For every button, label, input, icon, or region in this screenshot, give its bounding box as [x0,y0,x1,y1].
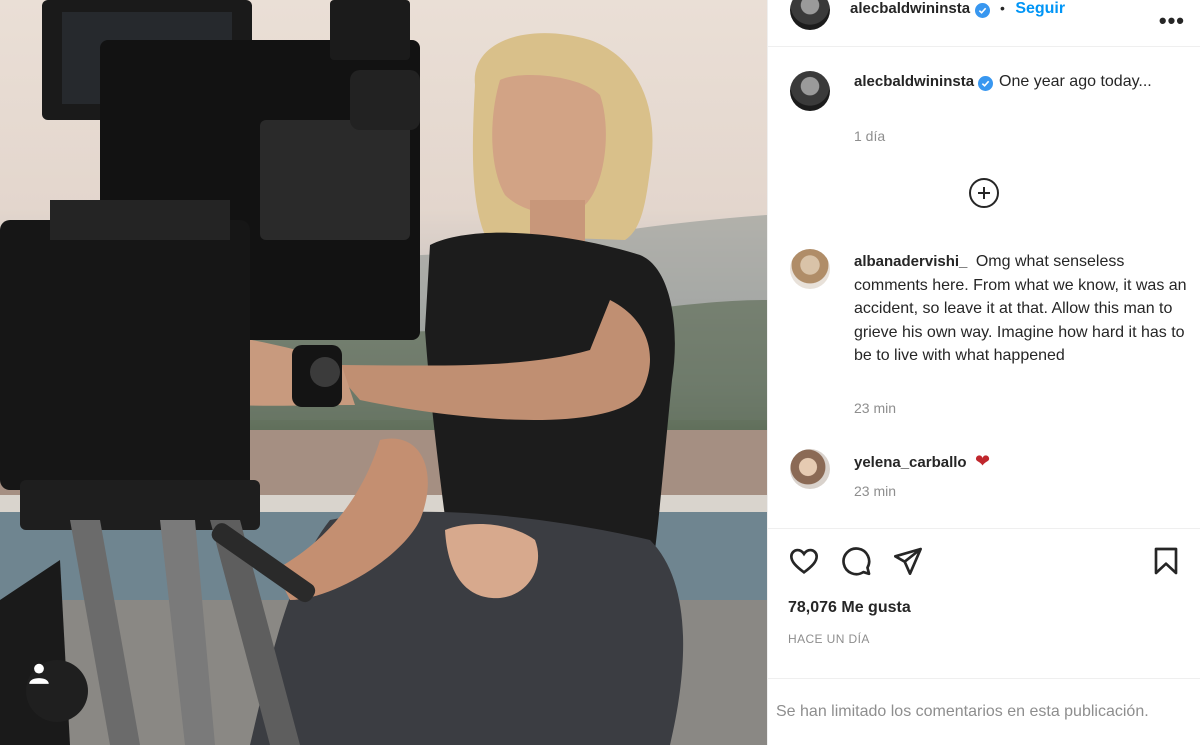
add-comment-icon[interactable] [969,178,999,208]
likes-count[interactable]: 78,076 Me gusta [788,599,911,617]
comment-username[interactable]: albanadervishi_ [854,253,967,270]
header-separator: • [999,0,1005,16]
photo-illustration [0,0,767,745]
header-author-row: alecbaldwininsta • Seguir [850,0,1065,18]
verified-badge-icon [978,76,994,91]
heart-emoji: ❤ [975,451,991,471]
post-timestamp[interactable]: HACE UN DÍA [788,632,870,646]
author-avatar[interactable] [790,0,830,30]
comment-username[interactable]: yelena_carballo [854,454,967,471]
user-tag-icon[interactable] [26,660,88,722]
caption-avatar[interactable] [790,71,830,111]
comment-time: 23 min [854,400,897,416]
post-side-panel: alecbaldwininsta • Seguir ••• alecbaldwi… [767,0,1200,745]
more-options-icon[interactable]: ••• [1159,8,1185,34]
follow-button[interactable]: Seguir [1015,0,1065,17]
comments-limited-notice: Se han limitado los comentarios en esta … [776,703,1149,720]
comment-time: 23 min [854,483,897,499]
divider [768,678,1200,679]
verified-badge-icon [974,3,990,18]
caption-time: 1 día [854,128,886,144]
comment-item: yelena_carballo ❤ [854,450,1194,475]
comment-bubble-icon[interactable] [840,545,872,577]
caption-body: One year ago today... [999,73,1152,90]
caption-text: alecbaldwininsta One year ago today... [854,70,1154,94]
author-username[interactable]: alecbaldwininsta [850,0,970,17]
bookmark-save-icon[interactable] [1150,545,1182,577]
like-heart-icon[interactable] [788,545,820,577]
caption-username[interactable]: alecbaldwininsta [854,73,974,90]
divider [768,528,1200,529]
post-header: alecbaldwininsta • Seguir ••• [768,0,1200,47]
commenter-avatar[interactable] [790,249,830,289]
share-send-icon[interactable] [892,545,924,577]
commenter-avatar[interactable] [790,449,830,489]
post-photo[interactable] [0,0,767,745]
comment-item: albanadervishi_ Omg what senseless comme… [854,250,1194,368]
